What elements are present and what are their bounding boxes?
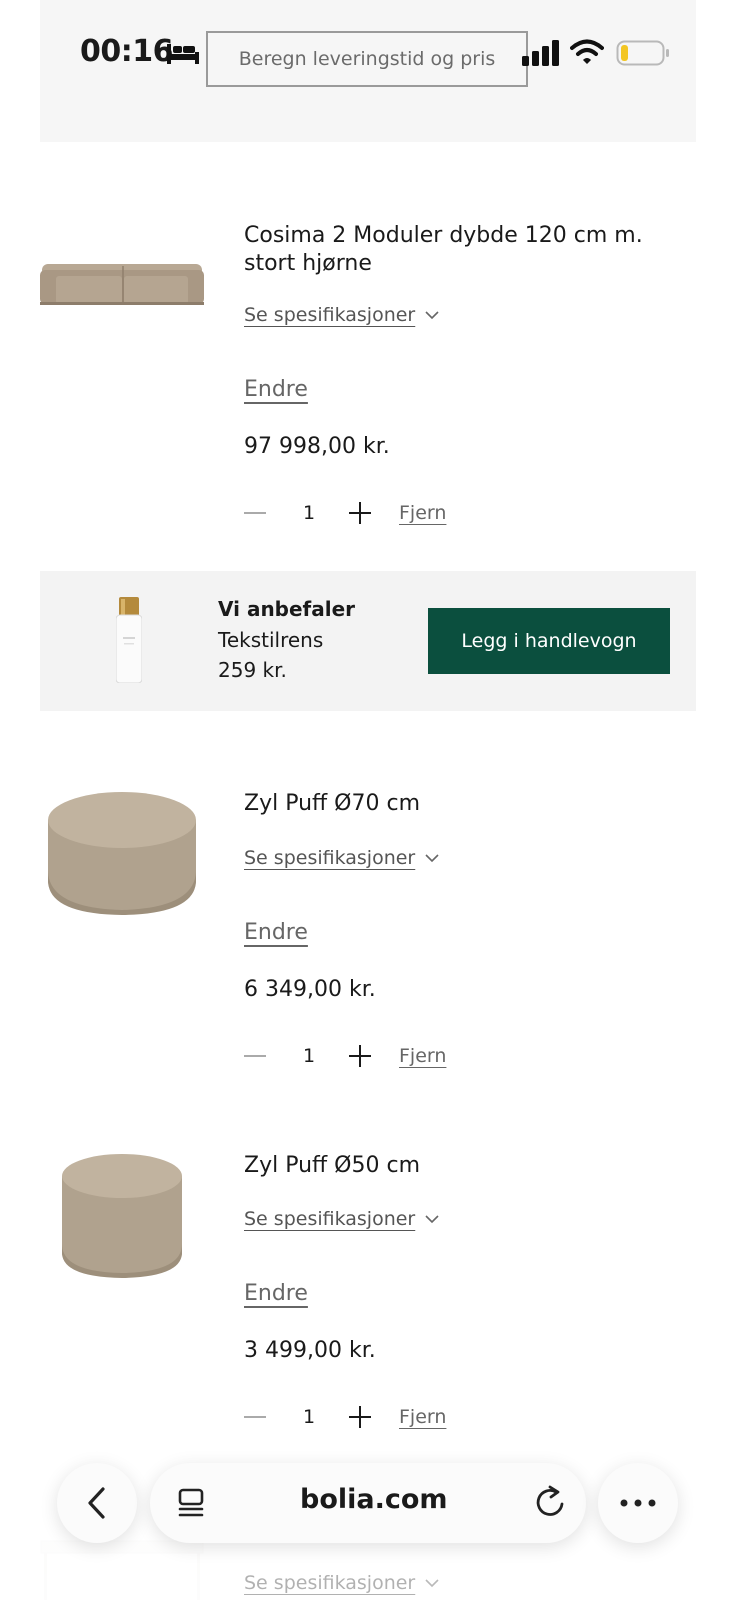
product-price: 97 998,00 kr. xyxy=(244,434,390,459)
cellular-signal-icon xyxy=(522,40,559,66)
product-title-line: Cosima 2 Moduler dybde 120 cm m. xyxy=(244,223,643,248)
spec-label: Se spesifikasjoner xyxy=(244,1208,416,1230)
remove-link[interactable]: Fjern xyxy=(399,1406,446,1428)
more-dots-icon xyxy=(620,1499,656,1507)
product-price: 3 499,00 kr. xyxy=(244,1338,376,1363)
spec-label: Se spesifikasjoner xyxy=(244,1572,416,1594)
more-options-button[interactable] xyxy=(598,1463,678,1543)
chevron-down-icon xyxy=(425,1579,439,1588)
quantity-stepper: 1 Fjern xyxy=(244,1041,446,1071)
delivery-search-field[interactable]: Beregn leveringstid og pris xyxy=(206,31,528,87)
remove-link[interactable]: Fjern xyxy=(399,1045,446,1067)
increase-quantity-button[interactable] xyxy=(349,1045,371,1067)
edit-link[interactable]: Endre xyxy=(244,920,308,945)
back-arrow-icon xyxy=(88,1487,105,1519)
product-image-pouf-50[interactable] xyxy=(60,1152,186,1278)
edit-link[interactable]: Endre xyxy=(244,377,308,402)
battery-low-icon xyxy=(616,40,669,66)
product-title[interactable]: Zyl Puff Ø50 cm xyxy=(244,1152,420,1180)
tabs-icon[interactable] xyxy=(177,1488,205,1518)
quantity-value: 1 xyxy=(302,1406,316,1428)
quantity-value: 1 xyxy=(302,1045,316,1067)
recommendation-product-name[interactable]: Tekstilrens xyxy=(218,628,323,652)
decrease-quantity-button[interactable] xyxy=(244,512,266,514)
decrease-quantity-button[interactable] xyxy=(244,1416,266,1418)
sleep-mode-icon xyxy=(167,44,199,64)
see-specifications-link[interactable]: Se spesifikasjoner xyxy=(244,847,439,869)
quantity-stepper: 1 Fjern xyxy=(244,498,446,528)
spec-label: Se spesifikasjoner xyxy=(244,847,416,869)
product-title[interactable]: Zyl Puff Ø70 cm xyxy=(244,790,420,818)
product-price: 6 349,00 kr. xyxy=(244,977,376,1002)
quantity-stepper: 1 Fjern xyxy=(244,1402,446,1432)
back-button[interactable] xyxy=(57,1463,137,1543)
chevron-down-icon xyxy=(425,311,439,320)
add-to-cart-button[interactable]: Legg i handlevogn xyxy=(428,608,670,674)
decrease-quantity-button[interactable] xyxy=(244,1055,266,1057)
quantity-value: 1 xyxy=(302,502,316,524)
increase-quantity-button[interactable] xyxy=(349,1406,371,1428)
chevron-down-icon xyxy=(425,1215,439,1224)
product-image-pouf-70[interactable] xyxy=(46,790,198,916)
reload-icon[interactable] xyxy=(534,1485,566,1519)
url-text[interactable]: bolia.com xyxy=(300,1484,448,1515)
edit-link[interactable]: Endre xyxy=(244,1281,308,1306)
spec-label: Se spesifikasjoner xyxy=(244,304,416,326)
product-image-textile-cleaner[interactable] xyxy=(116,597,142,683)
product-title[interactable]: Cosima 2 Moduler dybde 120 cm m. stort h… xyxy=(244,222,643,278)
product-title-line: stort hjørne xyxy=(244,251,372,276)
wifi-icon xyxy=(570,39,604,64)
recommendation-price: 259 kr. xyxy=(218,658,287,682)
see-specifications-link[interactable]: Se spesifikasjoner xyxy=(244,1572,439,1594)
chevron-down-icon xyxy=(425,854,439,863)
product-image-sofa[interactable] xyxy=(40,262,204,306)
status-time: 00:16 xyxy=(80,34,174,69)
increase-quantity-button[interactable] xyxy=(349,502,371,524)
see-specifications-link[interactable]: Se spesifikasjoner xyxy=(244,1208,439,1230)
remove-link[interactable]: Fjern xyxy=(399,502,446,524)
recommendation-heading: Vi anbefaler xyxy=(218,597,356,621)
see-specifications-link[interactable]: Se spesifikasjoner xyxy=(244,304,439,326)
